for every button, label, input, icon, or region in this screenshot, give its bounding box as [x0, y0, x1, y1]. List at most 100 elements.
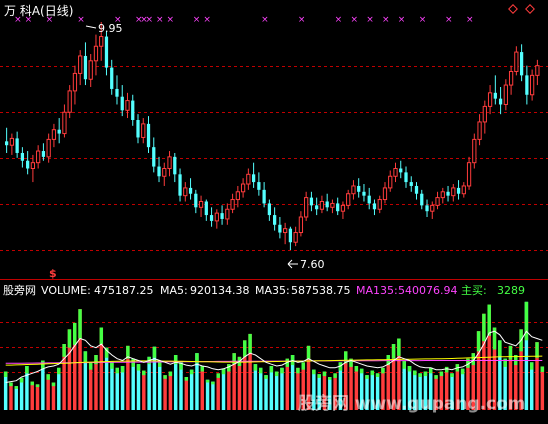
- candle-body: [278, 224, 282, 233]
- volume-bar: [51, 382, 56, 410]
- candle-body: [104, 36, 109, 68]
- mainbuy-bar: [142, 370, 146, 376]
- candle-body: [446, 191, 450, 196]
- candle-body: [466, 162, 472, 187]
- candle-body: [46, 138, 51, 158]
- mainbuy-bar: [99, 327, 104, 344]
- mainbuy-bar: [301, 362, 305, 370]
- cross-marker: ×: [466, 15, 474, 25]
- mainbuy-bar: [434, 375, 438, 379]
- diamond-icon[interactable]: [525, 4, 535, 14]
- stock-chart-window: × × × × × × × × × × × × × × × × × × × × × × 万 科A(日线) 9.95 7.6…: [0, 0, 548, 424]
- candle-body: [315, 205, 319, 210]
- high-price-label: 9.95: [98, 22, 123, 35]
- candle-body: [267, 203, 272, 216]
- mainbuy-bar: [322, 371, 327, 377]
- mainbuy-bar: [253, 364, 258, 371]
- candle-body: [388, 175, 393, 189]
- candle-body: [456, 187, 461, 194]
- candle-body: [9, 137, 15, 146]
- candle-body: [503, 84, 508, 105]
- diamond-icon[interactable]: [508, 4, 518, 14]
- candle-body: [110, 67, 114, 89]
- candle-body: [136, 119, 140, 138]
- candle-body: [83, 55, 88, 80]
- volume-bar: [14, 386, 19, 410]
- candle-body: [330, 202, 335, 208]
- cross-marker: ×: [298, 15, 306, 25]
- volume-bar: [168, 371, 173, 410]
- mainbuy-bar: [391, 344, 396, 359]
- candle-body: [230, 199, 235, 210]
- candle-body: [336, 203, 340, 212]
- mainbuy-bar: [9, 382, 13, 387]
- volume-bar: [540, 366, 545, 410]
- candle-body: [351, 185, 356, 195]
- mainbuy-bar: [30, 381, 34, 386]
- mainbuy-bar: [328, 377, 332, 380]
- mainbuy-bar: [73, 322, 77, 345]
- signal-marker: $: [49, 267, 57, 280]
- mainbuy-bar: [508, 345, 513, 360]
- candle-body: [283, 228, 288, 234]
- mainbuy-bar: [317, 374, 321, 378]
- candle-body: [525, 75, 529, 95]
- candle-body: [99, 36, 104, 47]
- mainbuy-bar: [540, 366, 545, 372]
- cross-marker: ×: [146, 15, 154, 25]
- candle-body: [304, 197, 309, 218]
- candle-body: [62, 111, 67, 135]
- mainbuy-bar: [450, 373, 454, 377]
- candle-body: [125, 100, 130, 111]
- mainbuy-bar: [163, 375, 167, 379]
- cross-marker: ×: [366, 15, 374, 25]
- mainbuy-bar: [535, 342, 539, 358]
- mainbuy-bar: [333, 373, 337, 378]
- cross-marker: ×: [156, 15, 164, 25]
- mainbuy-bar: [57, 367, 61, 375]
- mainbuy-bar: [280, 367, 284, 374]
- ma135-value: 540076.94: [398, 284, 458, 297]
- mainbuy-value: 3289: [497, 284, 525, 297]
- candlestick-series: [4, 22, 540, 250]
- low-price-arrowhead: [287, 263, 293, 269]
- mainbuy-bar: [184, 377, 189, 381]
- mainbuy-bar: [67, 329, 72, 348]
- watermark: 股旁网 www.gupang.com: [298, 393, 526, 414]
- candle-body: [36, 150, 41, 164]
- mainbuy-bar: [460, 368, 465, 375]
- candle-body: [57, 129, 61, 134]
- mainbuy-bar: [14, 386, 19, 389]
- volume-bar: [205, 379, 210, 410]
- mainbuy-bar: [189, 369, 194, 375]
- mainbuy-bar: [221, 368, 226, 375]
- candle-body: [514, 51, 519, 72]
- high-price-pointer: [85, 25, 97, 29]
- volume-bar: [19, 377, 24, 410]
- volume-bar: [280, 367, 284, 410]
- candle-body: [477, 121, 482, 140]
- mainbuy-bar: [200, 366, 204, 372]
- mainbuy-bar: [312, 369, 316, 375]
- candle-body: [41, 151, 46, 157]
- mainbuy-bar: [205, 379, 210, 383]
- candle-body: [404, 172, 408, 183]
- candle-body: [204, 201, 208, 216]
- mainbuy-bar: [62, 344, 66, 357]
- candle-body: [194, 193, 198, 208]
- candle-body: [340, 204, 346, 212]
- candle-body: [120, 96, 124, 111]
- cross-marker: ×: [335, 15, 343, 25]
- candle-body: [409, 182, 413, 186]
- mainbuy-bar: [41, 360, 45, 369]
- candle-body: [131, 100, 135, 120]
- volume-bar: [110, 362, 114, 410]
- cross-marker: ×: [382, 15, 390, 25]
- candle-body: [519, 52, 524, 76]
- mainbuy-bar: [365, 375, 369, 379]
- cross-marker: ×: [419, 15, 427, 25]
- candle-body: [15, 138, 19, 153]
- volume-value: 475187.25: [94, 284, 154, 297]
- candle-body: [288, 228, 293, 243]
- candle-body: [377, 199, 382, 210]
